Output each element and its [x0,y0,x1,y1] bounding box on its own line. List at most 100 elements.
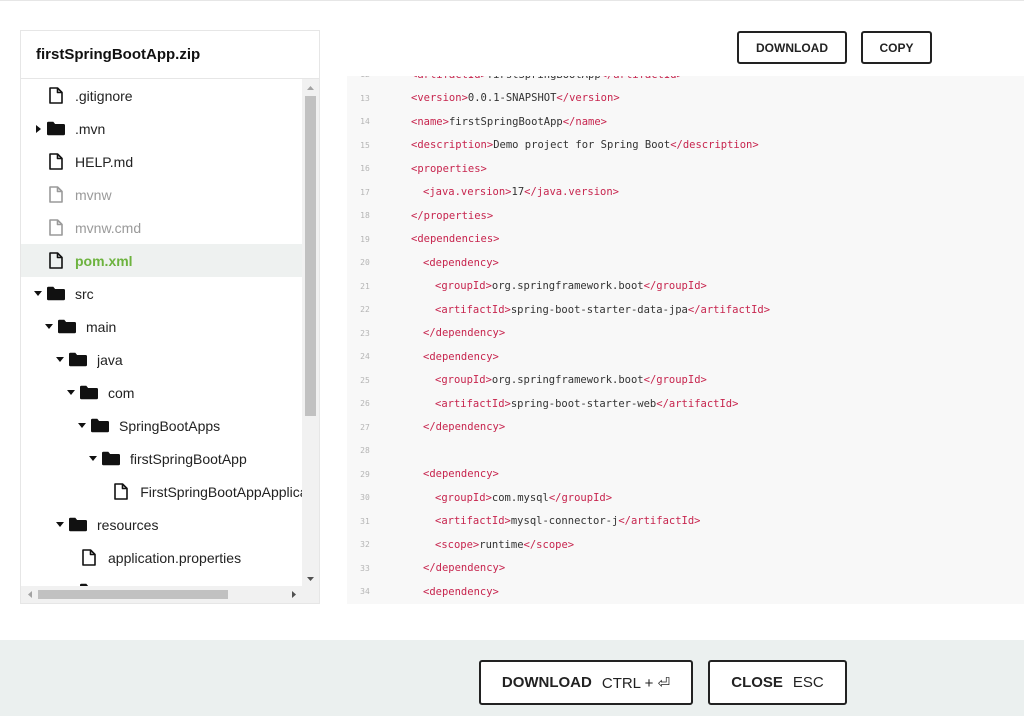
xml-tag: <dependency> [423,256,499,269]
code-text: <properties> [383,163,487,175]
line-number: 28 [360,446,370,456]
folder-icon [80,384,98,402]
scroll-down-icon[interactable] [302,570,319,587]
vertical-scroll-thumb[interactable] [305,96,316,416]
file-explorer: firstSpringBootApp.zip .gitignore .mvn HEL… [20,30,320,604]
tree-folder-item[interactable]: com [21,376,303,409]
caret-down-icon[interactable] [55,522,65,527]
caret-down-icon[interactable] [77,423,87,428]
xml-tag: <artifactId> [435,397,511,410]
file-icon [47,87,65,105]
file-icon [47,153,65,171]
scroll-left-icon[interactable] [21,586,38,603]
line-number: 16 [360,164,370,174]
line-number: 12 [347,76,383,79]
xml-tag: </artifactId> [687,303,771,316]
line-number: 20 [360,258,370,268]
download-button[interactable]: DOWNLOAD [737,31,847,64]
code-line: 30 <groupId>com.mysql</groupId> [347,486,1024,510]
close-button[interactable]: CLOSE ESC [708,660,847,705]
line-number: 15 [360,140,370,150]
footer-download-shortcut: CTRL + ⏎ [601,674,671,692]
xml-text: com.mysql [491,491,549,504]
code-line: 15 <description>Demo project for Spring B… [347,134,1024,158]
folder-icon [69,351,87,369]
code-line: 29 <dependency> [347,463,1024,487]
close-shortcut: ESC [792,674,824,691]
code-text: <dependency> [383,468,499,480]
caret-down-icon[interactable] [33,291,43,296]
code-text: <artifactId>spring-boot-starter-data-jpa… [383,304,770,316]
file-icon [47,219,65,237]
file-icon [113,483,131,501]
file-icon [47,252,65,270]
xml-tag: <artifactId> [435,515,511,528]
tree-item-label: application.properties [108,549,242,566]
file-tree: .gitignore .mvn HELP.md mvnw mvnw.cmd pom.xml… [21,79,303,587]
tree-folder-item[interactable]: SpringBootApps [21,409,303,442]
xml-tag: <name> [411,115,449,128]
caret-right-icon[interactable] [33,124,43,133]
code-text: <version>0.0.1-SNAPSHOT</version> [383,92,620,104]
code-line: 12<artifactId>firstSpringBootApp</artifa… [347,76,1024,87]
xml-tag: <dependency> [423,468,499,481]
tree-folder-item[interactable]: .mvn [21,112,303,145]
tree-folder-item[interactable]: firstSpringBootApp [21,442,303,475]
caret-down-icon[interactable] [55,357,65,362]
caret-down-icon[interactable] [66,390,76,395]
xml-tag: <description> [411,139,494,152]
tree-file-item[interactable]: mvnw [21,178,303,211]
xml-tag: </version> [556,92,620,105]
tree-item-label: pom.xml [75,252,133,269]
tree-item-label: src [75,285,94,302]
caret-down-icon[interactable] [44,324,54,329]
tree-folder-item[interactable]: resources [21,508,303,541]
tree-folder-item[interactable]: src [21,277,303,310]
tree-item-label: java [97,351,123,368]
tree-file-item[interactable]: mvnw.cmd [21,211,303,244]
code-text: <name>firstSpringBootApp</name> [383,116,607,128]
footer-download-button[interactable]: DOWNLOAD CTRL + ⏎ [479,660,693,705]
tree-file-item[interactable]: .gitignore [21,79,303,112]
tree-file-item[interactable]: application.properties [21,541,303,574]
copy-button[interactable]: COPY [861,31,932,64]
code-text: </properties> [383,210,493,222]
file-icon [80,549,98,567]
xml-text: 17 [511,186,525,199]
dialog-footer: DOWNLOAD CTRL + ⏎ CLOSE ESC [0,640,1024,716]
tree-item-label: .mvn [75,120,106,137]
code-text: <dependency> [383,351,499,363]
horizontal-scrollbar[interactable] [21,586,319,603]
tree-item-label: SpringBootApps [119,417,221,434]
xml-tag: <groupId> [435,374,492,387]
code-line: 25 <groupId>org.springframework.boot</gro… [347,369,1024,393]
code-viewer: 12<artifactId>firstSpringBootApp</artifa… [347,76,1024,604]
caret-down-icon[interactable] [88,456,98,461]
tree-folder-item[interactable]: main [21,310,303,343]
tree-item-label: HELP.md [75,153,134,170]
tree-file-item[interactable]: pom.xml [21,244,303,277]
code-line: 34 <dependency> [347,580,1024,604]
code-line: 13 <version>0.0.1-SNAPSHOT</version> [347,87,1024,111]
xml-text: org.springframework.boot [491,280,644,293]
code-line: 20 <dependency> [347,251,1024,275]
horizontal-scroll-thumb[interactable] [38,590,228,599]
folder-icon [58,318,76,336]
xml-tag: </dependency> [423,327,506,340]
vertical-scrollbar[interactable] [302,79,319,587]
xml-tag: <scope> [435,538,480,551]
tree-file-item[interactable]: HELP.md [21,145,303,178]
line-number: 21 [360,281,370,291]
xml-text: Demo project for Spring Boot [493,139,671,152]
code-text: </dependency> [383,421,505,433]
line-number: 25 [360,375,370,385]
tree-folder-item[interactable]: java [21,343,303,376]
xml-tag: </dependency> [423,562,506,575]
scroll-up-icon[interactable] [302,79,319,96]
footer-download-label: DOWNLOAD [501,674,592,691]
xml-tag: </groupId> [548,491,613,504]
code-line: 28 [347,439,1024,463]
scroll-right-icon[interactable] [285,586,302,603]
folder-icon [47,120,65,138]
tree-file-item[interactable]: FirstSpringBootAppApplica [21,475,303,508]
